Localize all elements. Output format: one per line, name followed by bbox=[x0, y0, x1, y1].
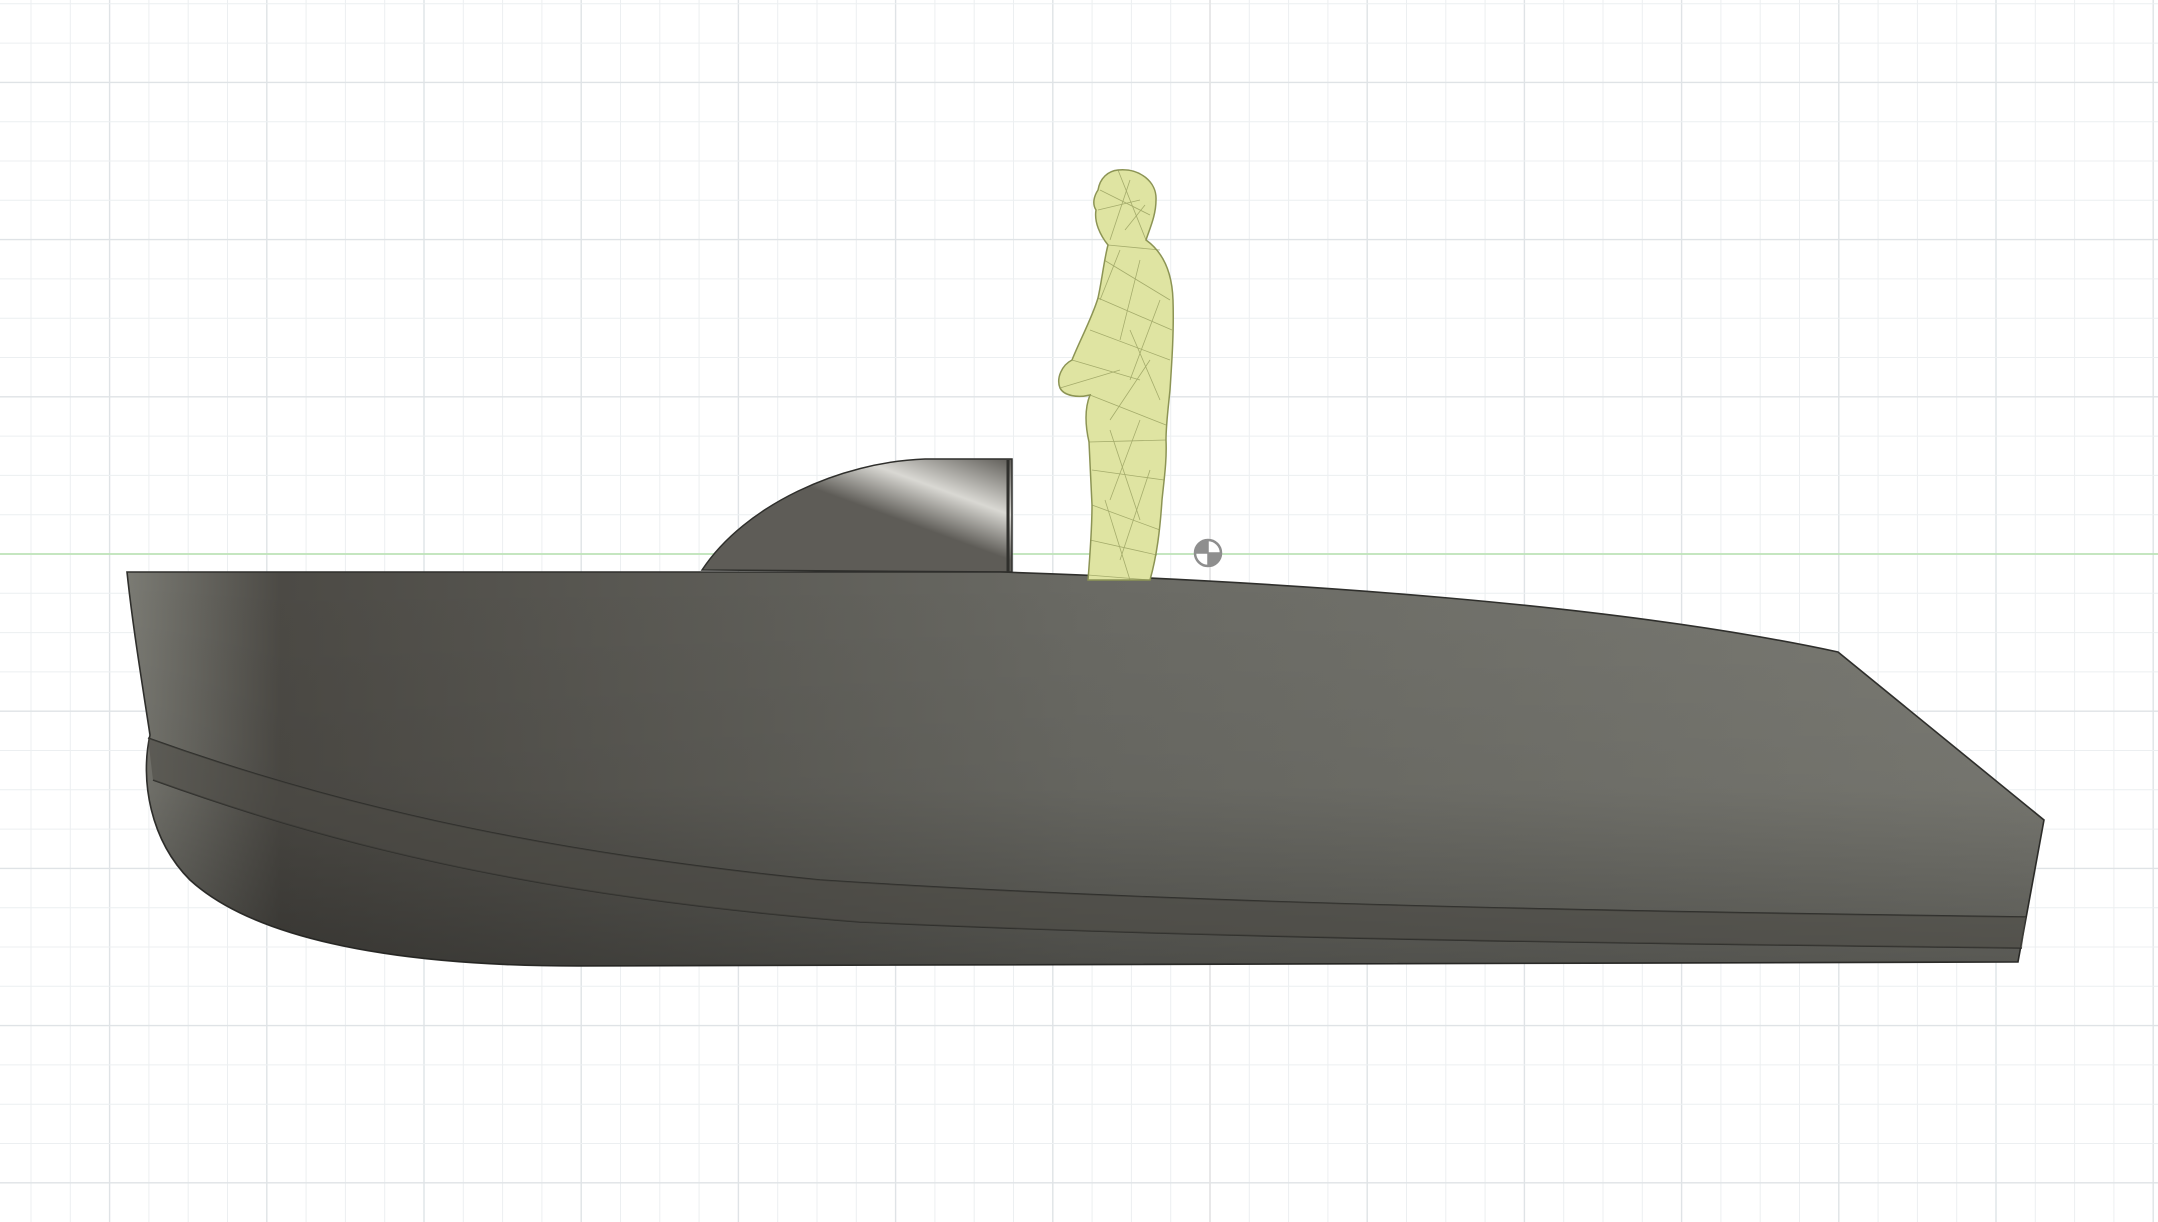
origin-pivot-icon[interactable] bbox=[1193, 538, 1223, 568]
person-silhouette bbox=[1058, 169, 1175, 581]
3d-viewport[interactable] bbox=[0, 0, 2158, 1222]
viewport-scene[interactable] bbox=[0, 0, 2158, 1222]
standing-person[interactable] bbox=[1058, 169, 1175, 581]
boat-model[interactable] bbox=[126, 458, 2045, 967]
windshield-canopy[interactable] bbox=[700, 458, 1013, 573]
